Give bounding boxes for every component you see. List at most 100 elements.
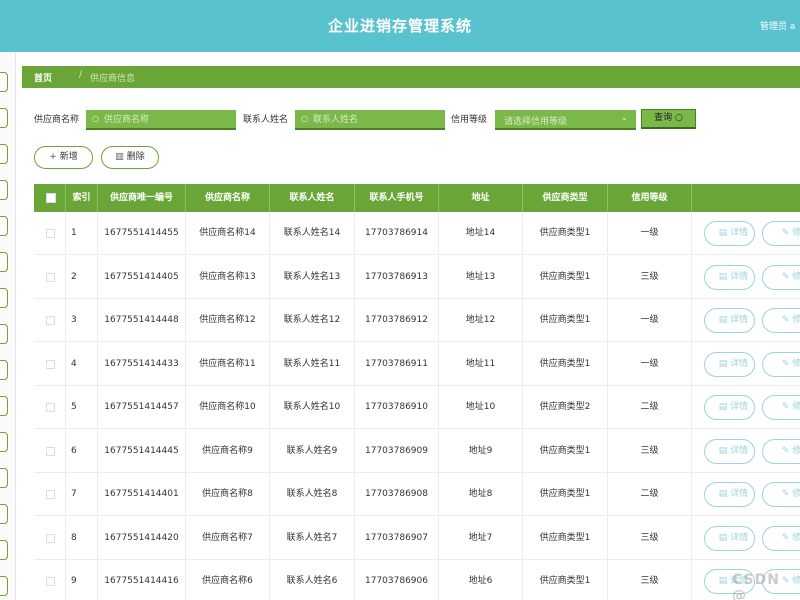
pencil-icon: ✎ <box>781 228 793 238</box>
row-checkbox[interactable] <box>46 403 55 412</box>
header-index: 索引 <box>66 184 98 212</box>
query-button[interactable]: 查询 ○ <box>641 109 696 129</box>
query-button-label: 查询 <box>654 113 673 123</box>
delete-button[interactable]: ▥ 删除 <box>101 146 159 169</box>
cell-index: 4 <box>66 342 98 386</box>
row-checkbox[interactable] <box>46 490 55 499</box>
document-icon: ▤ <box>718 576 731 586</box>
cell-level: 三级 <box>608 560 692 600</box>
detail-button[interactable]: ▤ 详情 <box>704 264 755 290</box>
row-checkbox[interactable] <box>46 577 55 586</box>
row-checkbox[interactable] <box>46 229 55 238</box>
cell-name: 供应商名称9 <box>186 429 270 473</box>
cell-actions: ▤ 详情 ✎ 修改 <box>692 430 800 473</box>
detail-button-label: 详情 <box>730 358 749 369</box>
sidebar-item[interactable] <box>0 576 8 596</box>
edit-button-label: 修改 <box>792 532 800 543</box>
user-menu[interactable]: 管理员 a <box>760 19 800 32</box>
sidebar-item[interactable] <box>0 324 8 344</box>
top-bar: 企业进销存管理系统 管理员 a <box>0 0 800 52</box>
document-icon: ▤ <box>718 489 731 499</box>
sidebar-item[interactable] <box>0 468 8 488</box>
sidebar-item[interactable] <box>0 504 8 524</box>
edit-button-label: 修改 <box>792 358 800 369</box>
cell-name: 供应商名称13 <box>186 255 270 299</box>
pencil-icon: ✎ <box>781 271 793 282</box>
chevron-down-icon: ⌄ <box>620 113 628 123</box>
table-row: 9 1677551414416 供应商名称6 联系人姓名6 17703786906 地址6… <box>34 560 800 600</box>
row-checkbox[interactable] <box>46 272 55 282</box>
detail-button[interactable]: ▤ 详情 <box>704 482 755 507</box>
edit-button[interactable]: ✎ 修改 <box>762 525 800 551</box>
edit-button-label: 修改 <box>792 228 800 238</box>
cell-phone: 17703786906 <box>355 560 439 600</box>
edit-button-label: 修改 <box>792 445 800 456</box>
edit-button[interactable]: ✎ 修改 <box>762 221 800 246</box>
sidebar-item[interactable] <box>0 360 8 380</box>
table-row: 2 1677551414405 供应商名称13 联系人姓名13 17703786913 地… <box>34 255 800 299</box>
credit-level-select[interactable]: 请选择信用等级 ⌄ <box>495 110 636 130</box>
sidebar-item[interactable] <box>0 180 8 200</box>
cell-level: 一级 <box>608 299 692 342</box>
cell-code: 1677551414448 <box>98 299 186 342</box>
sidebar-item[interactable] <box>0 288 8 308</box>
edit-button-label: 修改 <box>792 271 800 282</box>
cell-address: 地址6 <box>439 560 523 600</box>
sidebar-item[interactable] <box>0 216 8 236</box>
edit-button-label: 修改 <box>792 315 800 325</box>
contact-name-field[interactable]: ○ <box>295 110 445 130</box>
sidebar-item[interactable] <box>0 252 8 272</box>
sidebar-item[interactable] <box>0 144 8 164</box>
supplier-name-input[interactable] <box>104 112 232 127</box>
row-checkbox[interactable] <box>46 359 55 369</box>
row-checkbox[interactable] <box>46 316 55 325</box>
contact-name-label: 联系人姓名 <box>243 115 289 125</box>
table-row: 4 1677551414433 供应商名称11 联系人姓名11 17703786911 地… <box>34 342 800 386</box>
cell-phone: 17703786907 <box>355 516 439 560</box>
sidebar-item[interactable] <box>0 108 8 128</box>
cell-actions: ▤ 详情 ✎ 修改 <box>692 256 800 299</box>
breadcrumb-home[interactable]: 首页 <box>34 71 52 84</box>
row-select-cell <box>34 212 66 255</box>
sidebar-item[interactable] <box>0 540 8 560</box>
contact-name-input[interactable] <box>313 112 441 127</box>
add-button[interactable]: + 新增 <box>34 146 93 169</box>
detail-button[interactable]: ▤ 详情 <box>704 525 755 551</box>
edit-button[interactable]: ✎ 修改 <box>762 308 800 333</box>
detail-button-label: 详情 <box>730 315 749 325</box>
cell-code: 1677551414433 <box>98 342 186 386</box>
detail-button[interactable]: ▤ 详情 <box>704 308 755 333</box>
detail-button[interactable]: ▤ 详情 <box>704 438 755 464</box>
edit-button[interactable]: ✎ 修改 <box>762 351 800 377</box>
document-icon: ▤ <box>718 445 731 456</box>
detail-button-label: 详情 <box>730 271 749 282</box>
sidebar-item[interactable] <box>0 72 8 92</box>
detail-button[interactable]: ▤ 详情 <box>704 351 755 377</box>
detail-button-label: 详情 <box>730 532 749 543</box>
detail-button[interactable]: ▤ 详情 <box>704 221 755 246</box>
cell-level: 二级 <box>608 473 692 516</box>
header-address: 地址 <box>439 184 523 212</box>
edit-button[interactable]: ✎ 修改 <box>762 438 800 464</box>
sidebar <box>0 52 16 600</box>
pencil-icon: ✎ <box>781 532 793 543</box>
supplier-name-field[interactable]: ○ <box>86 110 236 130</box>
edit-button[interactable]: ✎ 修改 <box>762 264 800 290</box>
row-checkbox[interactable] <box>46 446 55 456</box>
edit-button[interactable]: ✎ 修改 <box>762 395 800 420</box>
document-icon: ▤ <box>718 228 731 238</box>
cell-index: 8 <box>66 516 98 560</box>
edit-button[interactable]: ✎ 修改 <box>762 482 800 507</box>
row-checkbox[interactable] <box>46 533 55 543</box>
cell-contact: 联系人姓名10 <box>270 386 355 429</box>
sidebar-item[interactable] <box>0 396 8 416</box>
detail-button[interactable]: ▤ 详情 <box>704 395 755 420</box>
sidebar-item[interactable] <box>0 432 8 452</box>
detail-button-label: 详情 <box>730 445 749 456</box>
cell-address: 地址11 <box>439 342 523 386</box>
cell-index: 9 <box>66 560 98 600</box>
select-all-checkbox[interactable] <box>46 193 56 203</box>
header-actions: 操作 <box>692 184 800 212</box>
document-icon: ▤ <box>718 532 731 543</box>
cell-level: 三级 <box>608 429 692 473</box>
